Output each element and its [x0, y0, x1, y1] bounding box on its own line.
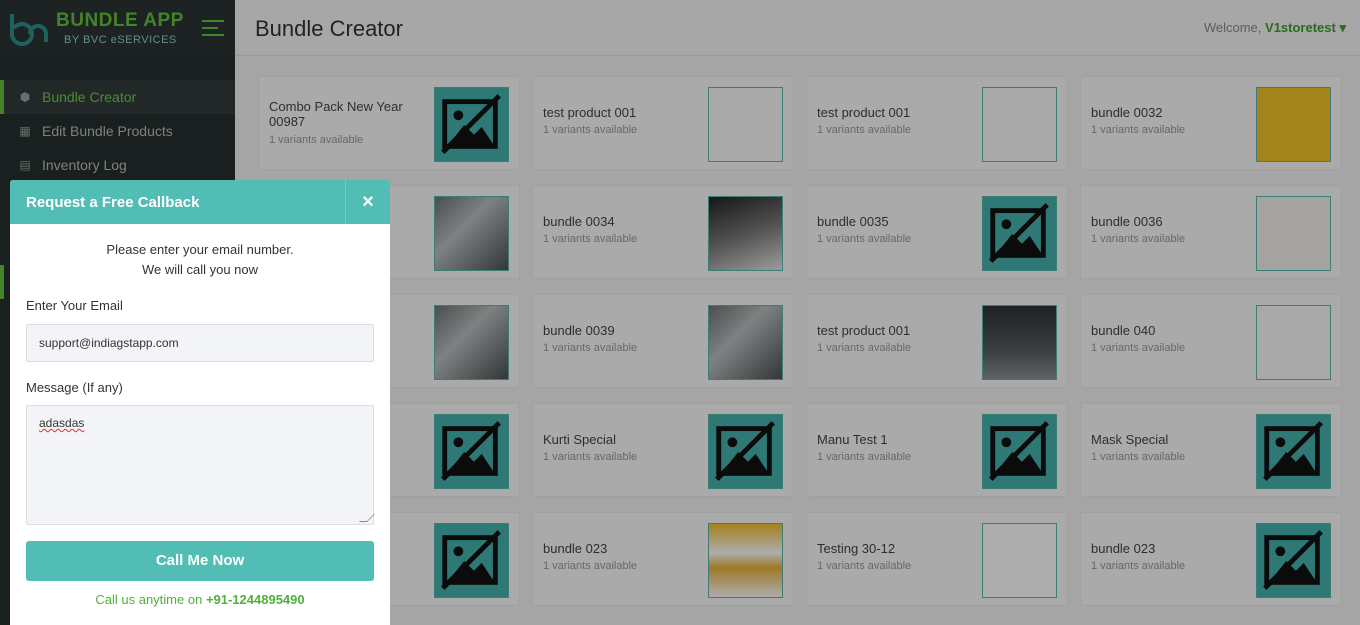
close-icon[interactable]: ×: [345, 180, 390, 224]
email-field[interactable]: support@indiagstapp.com: [26, 324, 374, 362]
phone-link[interactable]: +91-1244895490: [206, 592, 305, 607]
modal-header: Request a Free Callback ×: [10, 180, 390, 224]
modal-intro-line2: We will call you now: [141, 262, 259, 277]
email-label: Enter Your Email: [26, 298, 123, 313]
message-text: adasdas: [39, 416, 85, 430]
modal-intro-line1: Please enter your email number.: [106, 242, 294, 257]
message-label: Message (If any): [26, 380, 123, 395]
resize-handle[interactable]: [359, 514, 375, 522]
callback-modal: Request a Free Callback × Please enter y…: [10, 180, 390, 625]
call-us-line: Call us anytime on +91-1244895490: [10, 592, 390, 607]
modal-title: Request a Free Callback: [26, 194, 200, 211]
message-textarea[interactable]: adasdas: [26, 405, 375, 525]
call-us-text: Call us anytime on: [95, 592, 203, 607]
call-me-now-button[interactable]: Call Me Now: [26, 541, 374, 581]
